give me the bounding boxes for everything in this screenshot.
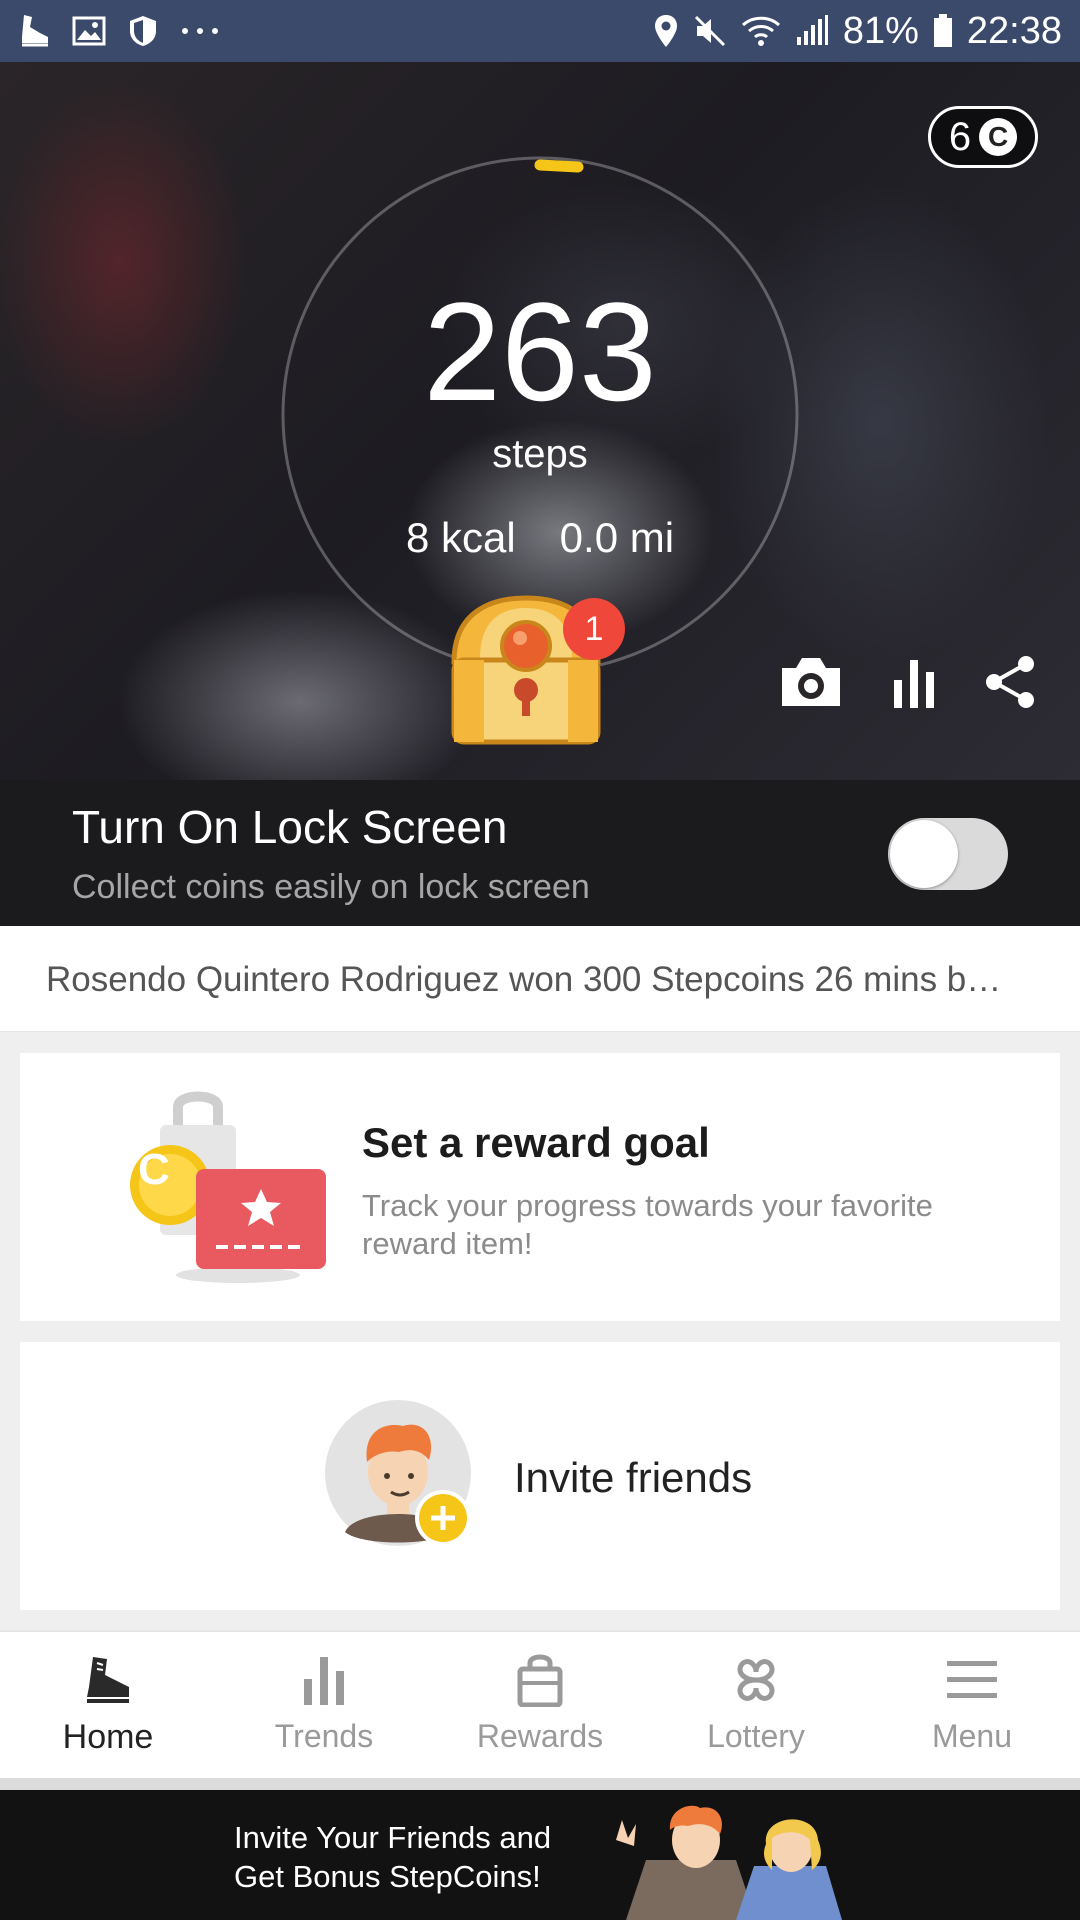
gallery-icon: [72, 16, 106, 46]
coin-balance-pill[interactable]: 6 C: [928, 106, 1038, 168]
status-bar: 81% 22:38: [0, 0, 1080, 62]
steps-label: steps: [492, 432, 588, 476]
wifi-icon: [741, 15, 781, 47]
location-icon: [653, 13, 679, 49]
mute-icon: [693, 14, 727, 48]
hero-photo-area: 6 C 263 steps 8 kcal 0.0 mi 1: [0, 62, 1080, 780]
shopping-bag-icon: [516, 1650, 564, 1710]
app-screen: 81% 22:38 6 C 263 steps 8 kcal 0.0 mi 1 …: [0, 0, 1080, 1920]
tab-trends[interactable]: Trends: [216, 1632, 432, 1778]
friends-illustration: [616, 1805, 842, 1920]
lock-screen-title: Turn On Lock Screen: [72, 801, 508, 853]
tab-rewards[interactable]: Rewards: [432, 1632, 648, 1778]
more-dots-icon: [180, 26, 220, 36]
signal-icon: [795, 15, 829, 47]
lock-screen-subtitle: Collect coins easily on lock screen: [72, 868, 590, 906]
bar-chart-icon: [302, 1650, 346, 1710]
tab-bar-shadow: [0, 1778, 1080, 1790]
camera-icon[interactable]: [778, 654, 844, 710]
tab-trends-label: Trends: [274, 1718, 374, 1754]
battery-percent: 81%: [842, 9, 919, 52]
steps-count: 263: [423, 273, 657, 430]
tab-home[interactable]: Home: [0, 1632, 216, 1778]
clover-icon: [730, 1650, 782, 1710]
hero-action-bar: [778, 654, 1036, 710]
lock-screen-toggle[interactable]: [888, 818, 1008, 890]
chest-notification-badge: 1: [563, 598, 625, 660]
shoe-app-icon: [18, 13, 50, 49]
coin-icon: C: [979, 118, 1018, 156]
reward-goal-title: Set a reward goal: [362, 1119, 710, 1166]
invite-friends-card[interactable]: Invite friends: [20, 1342, 1060, 1610]
invite-friends-label: Invite friends: [514, 1454, 753, 1501]
hamburger-icon: [947, 1650, 997, 1710]
reward-goal-description: Track your progress towards your favorit…: [362, 1188, 933, 1261]
banner-line-2: Get Bonus StepCoins!: [234, 1859, 541, 1894]
stats-chart-icon[interactable]: [892, 656, 936, 708]
share-icon[interactable]: [984, 654, 1036, 710]
invite-promo-banner[interactable]: Invite Your Friends and Get Bonus StepCo…: [0, 1790, 1080, 1920]
coin-c-label: C: [138, 1145, 170, 1194]
invite-avatar-icon: [325, 1400, 471, 1546]
distance-value: 0.0 mi: [559, 514, 675, 561]
tab-menu[interactable]: Menu: [864, 1632, 1080, 1778]
progress-arc: [534, 159, 584, 173]
banner-line-1: Invite Your Friends and: [234, 1820, 552, 1855]
toggle-knob: [890, 820, 958, 888]
tab-home-label: Home: [62, 1718, 154, 1756]
shield-icon: [128, 14, 158, 48]
bottom-tab-bar: Home Trends Rewards Lottery Menu: [0, 1632, 1080, 1778]
tab-lottery[interactable]: Lottery: [648, 1632, 864, 1778]
tab-rewards-label: Rewards: [476, 1718, 604, 1754]
reward-goal-card[interactable]: C Set a reward goal Track your progress …: [20, 1053, 1060, 1321]
clock-time: 22:38: [966, 9, 1062, 52]
tab-lottery-label: Lottery: [707, 1718, 805, 1754]
battery-icon: [933, 14, 953, 48]
winner-ticker: Rosendo Quintero Rodriguez won 300 Stepc…: [0, 926, 1080, 1032]
shoe-icon: [83, 1650, 133, 1710]
stats-row: 8 kcal 0.0 mi: [0, 514, 1080, 562]
ticker-text: Rosendo Quintero Rodriguez won 300 Stepc…: [46, 960, 1002, 999]
lock-screen-banner: Turn On Lock Screen Collect coins easily…: [0, 780, 1080, 926]
banner-text: Invite Your Friends and Get Bonus StepCo…: [234, 1818, 594, 1896]
tab-menu-label: Menu: [931, 1718, 1013, 1754]
coin-count: 6: [948, 114, 972, 159]
calories-value: 8 kcal: [405, 514, 516, 561]
